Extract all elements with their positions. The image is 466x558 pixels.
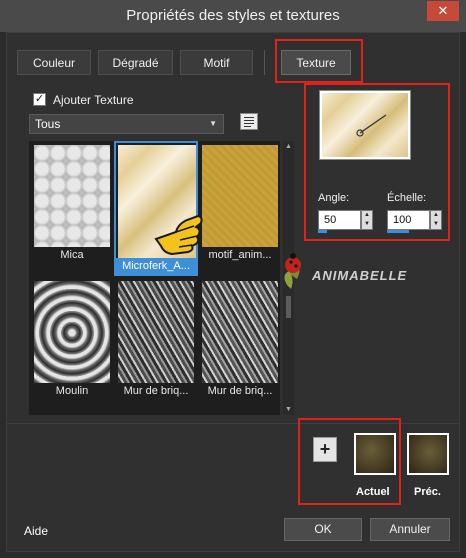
- chevron-down-icon: ▼: [209, 119, 217, 128]
- scale-spin-button[interactable]: ▲ ▼: [430, 210, 442, 230]
- angle-label: Angle:: [318, 192, 350, 204]
- tab-degrade[interactable]: Dégradé: [98, 50, 173, 75]
- thumbnail-moulin[interactable]: Moulin: [32, 279, 112, 399]
- angle-dial-icon[interactable]: [354, 109, 394, 139]
- scroll-down-icon[interactable]: ▼: [285, 406, 292, 413]
- thumbnail-label: Mur de briq...: [116, 383, 196, 399]
- texture-preview-frame: [319, 90, 411, 160]
- thumbnail-mur-de-brique-1[interactable]: Mur de briq...: [116, 279, 196, 399]
- swirl-texture-preview: [34, 281, 110, 396]
- close-button[interactable]: ✕: [427, 1, 459, 21]
- scroll-up-icon[interactable]: ▲: [285, 143, 292, 150]
- thumbnail-label: Moulin: [32, 383, 112, 399]
- angle-spin-button[interactable]: ▲ ▼: [361, 210, 373, 230]
- category-value: Tous: [35, 117, 61, 131]
- texture-thumbnail-grid: Mica Microferk_A... motif_anim... Moulin…: [29, 141, 280, 415]
- add-swatch-button[interactable]: +: [313, 437, 337, 462]
- thumbnail-label: Microferk_A...: [116, 258, 196, 274]
- category-select[interactable]: Tous ▼: [29, 114, 224, 134]
- thumbnail-label: Mur de briq...: [200, 383, 280, 399]
- scale-label: Échelle:: [387, 192, 427, 204]
- angle-slider[interactable]: [318, 230, 327, 233]
- scale-slider[interactable]: [387, 230, 409, 233]
- thumbnail-mica[interactable]: Mica: [32, 143, 112, 263]
- previous-swatch[interactable]: [407, 433, 449, 475]
- current-label: Actuel: [356, 486, 390, 498]
- tab-divider: [264, 50, 265, 75]
- help-link[interactable]: Aide: [24, 524, 48, 538]
- mica-texture-preview: [34, 145, 110, 260]
- watermark-text: ANIMABELLE: [312, 268, 408, 283]
- current-swatch[interactable]: [354, 433, 396, 475]
- scale-input[interactable]: 100: [387, 210, 430, 230]
- add-texture-checkbox[interactable]: ✓: [33, 93, 46, 106]
- texture-book-icon[interactable]: [240, 113, 258, 130]
- brick-wall-preview: [118, 281, 194, 396]
- gold-texture-preview: [202, 145, 278, 260]
- thumbnail-motif-anim[interactable]: motif_anim...: [200, 143, 280, 263]
- pointing-hand-icon: [154, 214, 203, 256]
- cancel-button[interactable]: Annuler: [370, 518, 450, 541]
- tab-motif[interactable]: Motif: [180, 50, 253, 75]
- add-texture-label: Ajouter Texture: [53, 93, 134, 107]
- thumbnail-label: Mica: [32, 247, 112, 263]
- brick-wall-preview: [202, 281, 278, 396]
- thumbnail-mur-de-brique-2[interactable]: Mur de briq...: [200, 279, 280, 399]
- window-title: Propriétés des styles et textures: [126, 7, 340, 24]
- ladybug-logo-icon: [284, 253, 301, 289]
- thumbnail-label: motif_anim...: [200, 247, 280, 263]
- ok-button[interactable]: OK: [284, 518, 362, 541]
- tab-couleur[interactable]: Couleur: [17, 50, 91, 75]
- previous-label: Préc.: [414, 486, 441, 498]
- tab-texture[interactable]: Texture: [281, 50, 351, 75]
- scrollbar-thumb[interactable]: [286, 296, 291, 318]
- angle-input[interactable]: 50: [318, 210, 361, 230]
